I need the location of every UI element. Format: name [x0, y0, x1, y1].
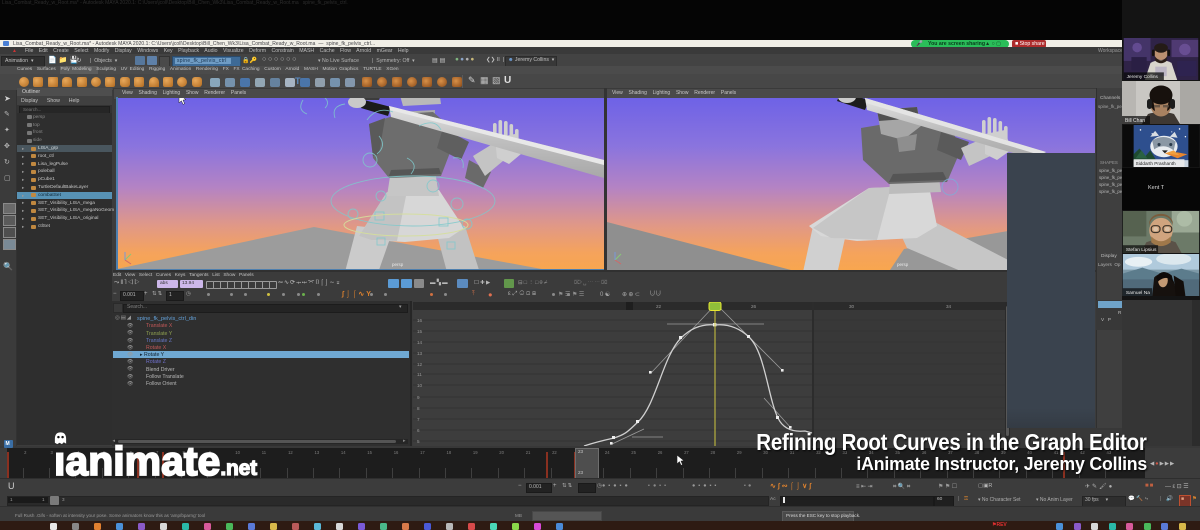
svg-text:16: 16 [417, 318, 423, 323]
svg-text:Siddarth Prashanth: Siddarth Prashanth [1136, 161, 1176, 166]
svg-text:5: 5 [417, 439, 420, 444]
svg-text:persp: persp [392, 262, 404, 267]
svg-text:13: 13 [417, 351, 423, 356]
svg-text:10: 10 [417, 383, 423, 388]
svg-text:9: 9 [417, 395, 420, 400]
svg-text:15: 15 [417, 329, 423, 334]
svg-text:persp: persp [897, 262, 909, 267]
svg-text:11: 11 [417, 372, 422, 377]
svg-text:Samuel Na: Samuel Na [1126, 290, 1150, 296]
svg-text:22: 22 [656, 304, 662, 309]
svg-text:Jeremy Collins: Jeremy Collins [1127, 74, 1159, 80]
svg-text:34: 34 [946, 304, 952, 309]
svg-text:8: 8 [417, 406, 420, 411]
svg-text:12: 12 [417, 362, 423, 367]
svg-text:30: 30 [849, 304, 855, 309]
svg-text:14: 14 [417, 340, 423, 345]
svg-text:Bill Chan: Bill Chan [1125, 118, 1145, 124]
svg-text:26: 26 [751, 304, 757, 309]
svg-text:6: 6 [417, 428, 420, 433]
svg-text:7: 7 [417, 417, 420, 422]
svg-text:Stefan Lipsius: Stefan Lipsius [1126, 247, 1157, 253]
